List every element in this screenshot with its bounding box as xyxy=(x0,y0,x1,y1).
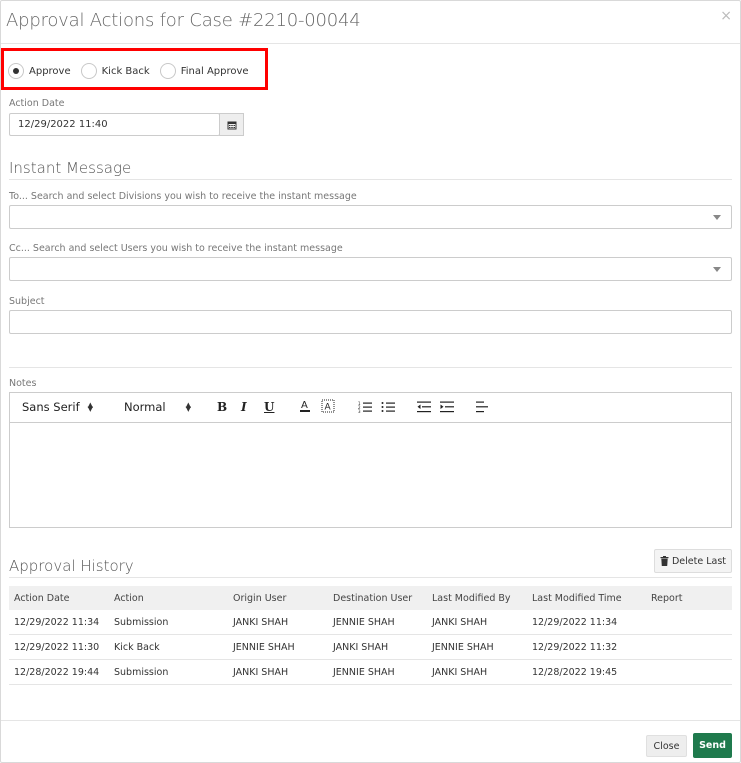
divider xyxy=(9,577,732,578)
cell xyxy=(646,659,732,685)
column-header[interactable]: Last Modified By xyxy=(427,586,527,610)
modal-title: Approval Actions for Case #2210-00044 xyxy=(6,10,361,31)
cell: JENNIE SHAH xyxy=(328,659,427,685)
notes-label: Notes xyxy=(9,378,37,389)
notes-editor[interactable] xyxy=(9,422,732,528)
radio-final-approve[interactable]: Final Approve xyxy=(159,63,249,79)
subject-input[interactable] xyxy=(9,310,732,334)
cell: JANKI SHAH xyxy=(328,634,427,660)
divider xyxy=(9,179,732,180)
radio-label: Approve xyxy=(29,65,71,77)
approval-history-title: Approval History xyxy=(9,557,134,575)
column-header[interactable]: Report xyxy=(646,586,732,610)
cell xyxy=(646,634,732,660)
indent-icon[interactable] xyxy=(440,401,454,413)
to-divisions-select[interactable] xyxy=(9,205,732,229)
instant-message-title: Instant Message xyxy=(9,159,132,177)
font-size-value: Normal xyxy=(124,400,166,414)
calendar-button[interactable] xyxy=(219,113,244,136)
cell: 12/28/2022 19:45 xyxy=(527,659,646,685)
table-row: 12/28/2022 19:44 Submission JANKI SHAH J… xyxy=(9,659,732,685)
editor-toolbar: Sans Serif ▲ ▼ Normal ▲ ▼ B I U A A 123 xyxy=(9,392,732,423)
select-arrows-icon: ▲ ▼ xyxy=(185,401,191,413)
delete-last-label: Delete Last xyxy=(671,555,727,567)
radio-kick-back[interactable]: Kick Back xyxy=(80,63,150,79)
cell: JANKI SHAH xyxy=(427,659,527,685)
font-family-value: Sans Serif xyxy=(22,400,80,414)
cc-label: Cc... Search and select Users you wish t… xyxy=(9,243,343,254)
bullet-list-icon[interactable] xyxy=(381,401,395,413)
cell: JENNIE SHAH xyxy=(228,634,328,660)
background-color-icon[interactable]: A xyxy=(321,399,335,413)
cell: 12/29/2022 11:34 xyxy=(9,610,109,635)
cell: JANKI SHAH xyxy=(427,610,527,635)
cell: Submission xyxy=(109,659,228,685)
column-header[interactable]: Action xyxy=(109,586,228,610)
radio-approve[interactable]: Approve xyxy=(8,63,71,79)
delete-last-button[interactable]: Delete Last xyxy=(654,549,732,573)
svg-text:3: 3 xyxy=(358,409,361,413)
cell: Submission xyxy=(109,610,228,635)
table-row: 12/29/2022 11:34 Submission JANKI SHAH J… xyxy=(9,610,732,635)
radio-circle-checked[interactable] xyxy=(8,63,24,79)
font-color-icon[interactable]: A xyxy=(299,399,311,413)
radio-label: Kick Back xyxy=(101,65,150,77)
to-label: To... Search and select Divisions you wi… xyxy=(9,191,357,202)
cell: JANKI SHAH xyxy=(228,659,328,685)
action-date-label: Action Date xyxy=(9,98,65,109)
radio-circle[interactable] xyxy=(80,63,97,79)
svg-text:A: A xyxy=(325,403,332,413)
close-icon[interactable]: × xyxy=(720,8,732,24)
column-header[interactable]: Origin User xyxy=(228,586,328,610)
cell: 12/28/2022 19:44 xyxy=(9,659,109,685)
column-header[interactable]: Destination User xyxy=(328,586,427,610)
bold-icon[interactable]: B xyxy=(217,400,227,414)
send-button[interactable]: Send xyxy=(693,733,732,758)
subject-label: Subject xyxy=(9,296,45,307)
font-family-select[interactable]: Sans Serif ▲ ▼ xyxy=(22,400,93,414)
svg-text:A: A xyxy=(301,400,308,411)
cell: JANKI SHAH xyxy=(228,610,328,635)
cc-users-select[interactable] xyxy=(9,257,732,281)
underline-icon[interactable]: U xyxy=(264,400,274,414)
cell: 12/29/2022 11:32 xyxy=(527,634,646,660)
font-size-select[interactable]: Normal ▲ ▼ xyxy=(124,400,191,414)
align-icon[interactable] xyxy=(476,401,488,413)
table-row: 12/29/2022 11:30 Kick Back JENNIE SHAH J… xyxy=(9,634,732,660)
chevron-down-icon xyxy=(713,267,721,272)
cell: JENNIE SHAH xyxy=(328,610,427,635)
radio-label: Final Approve xyxy=(180,65,249,77)
cell: 12/29/2022 11:30 xyxy=(9,634,109,660)
italic-icon[interactable]: I xyxy=(241,400,247,414)
footer-divider xyxy=(1,720,740,721)
approval-history-table: Action Date Action Origin User Destinati… xyxy=(9,586,732,685)
approval-modal: Approval Actions for Case #2210-00044 × … xyxy=(0,0,741,763)
trash-icon xyxy=(660,556,669,566)
column-header[interactable]: Action Date xyxy=(9,586,109,610)
divider xyxy=(9,367,732,368)
close-button[interactable]: Close xyxy=(646,735,687,757)
action-radio-group: Approve Kick Back Final Approve xyxy=(8,63,259,79)
ordered-list-icon[interactable]: 123 xyxy=(358,401,372,413)
calendar-icon xyxy=(227,121,236,129)
action-date-input[interactable]: 12/29/2022 11:40 xyxy=(9,113,220,136)
cell: 12/29/2022 11:34 xyxy=(527,610,646,635)
radio-circle[interactable] xyxy=(159,63,176,79)
column-header[interactable]: Last Modified Time xyxy=(527,586,646,610)
modal-header: Approval Actions for Case #2210-00044 × xyxy=(1,1,740,44)
select-arrows-icon: ▲ ▼ xyxy=(87,401,94,413)
cell: Kick Back xyxy=(109,634,228,660)
table-header-row: Action Date Action Origin User Destinati… xyxy=(9,586,732,610)
chevron-down-icon xyxy=(713,215,721,220)
cell xyxy=(646,610,732,635)
outdent-icon[interactable] xyxy=(417,401,431,413)
cell: JENNIE SHAH xyxy=(427,634,527,660)
